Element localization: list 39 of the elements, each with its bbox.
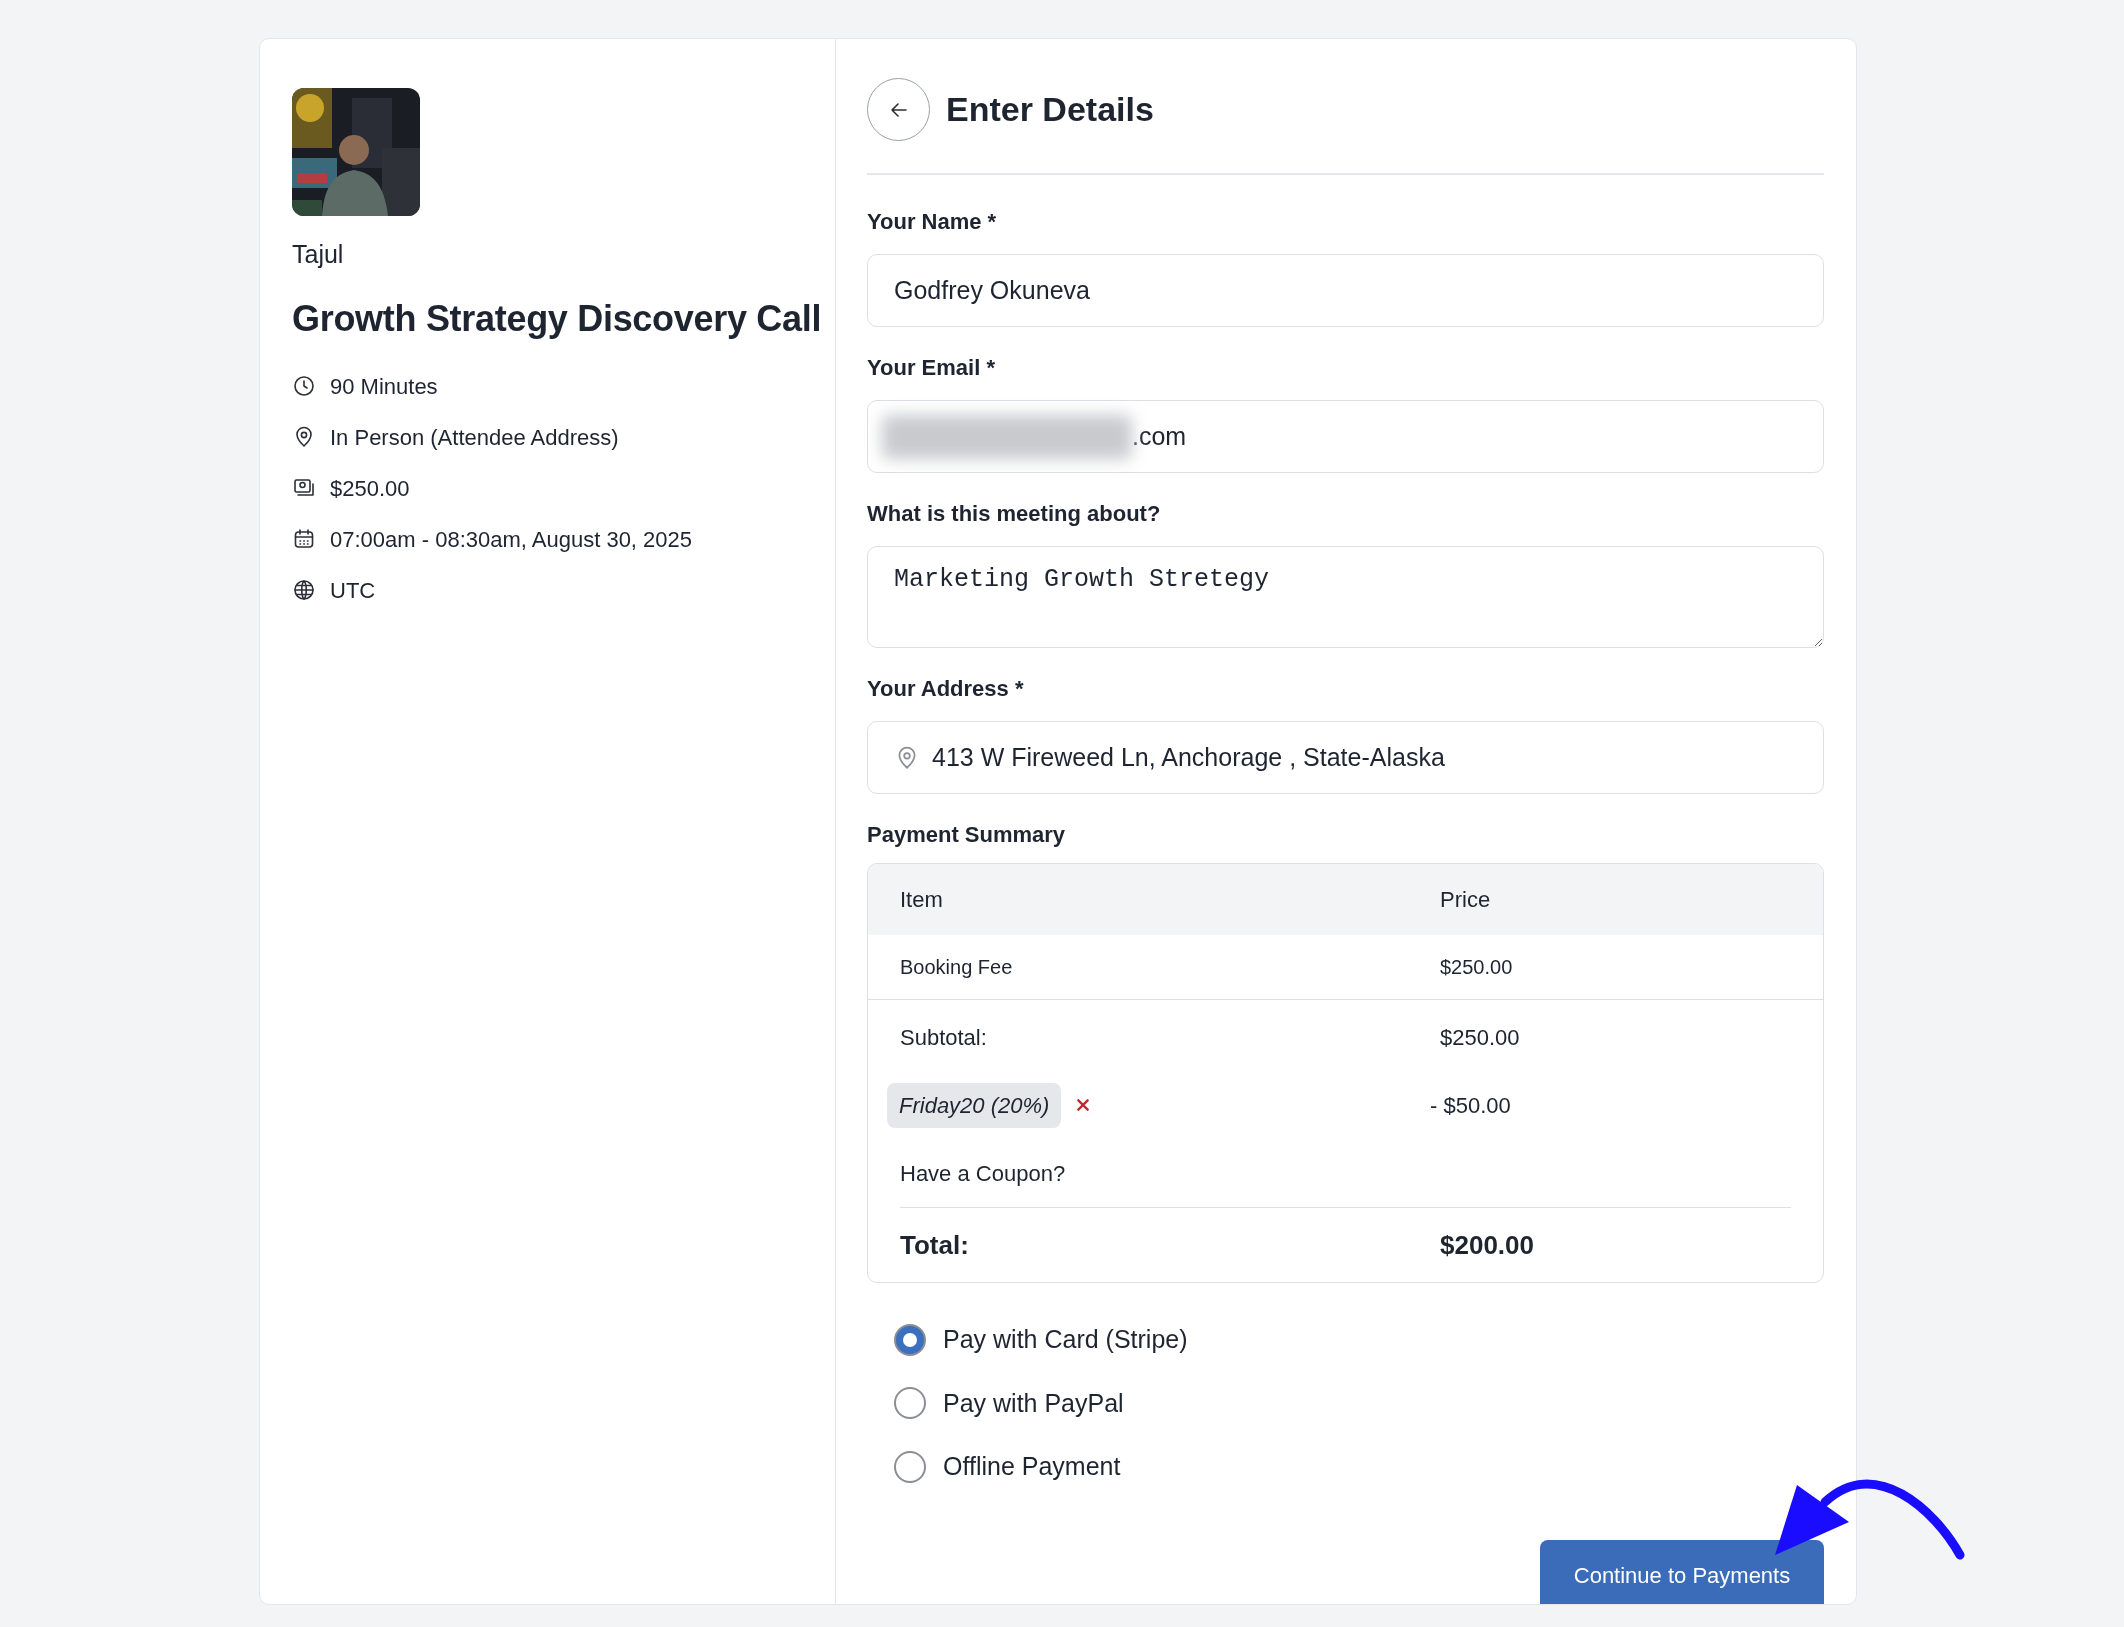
- form-title: Enter Details: [946, 89, 1154, 130]
- discount-value: - $50.00: [1430, 1091, 1511, 1120]
- coupon-link[interactable]: Have a Coupon?: [900, 1156, 1066, 1190]
- event-title: Growth Strategy Discovery Call: [292, 296, 823, 341]
- total-label: Total:: [900, 1228, 970, 1262]
- total-value: $200.00: [1440, 1228, 1534, 1262]
- field-label: Your Address *: [867, 675, 1025, 703]
- subtotal-value: $250.00: [1440, 1023, 1520, 1052]
- globe-icon: [292, 578, 316, 602]
- event-detail: $250.00: [330, 474, 410, 503]
- calendar-icon: [292, 527, 316, 551]
- field-label: Your Email *: [867, 354, 996, 382]
- radio-button[interactable]: [894, 1323, 926, 1356]
- radio-label: Offline Payment: [943, 1451, 1121, 1482]
- coupon-tag: Friday20 (20%): [887, 1082, 1062, 1128]
- radio-button[interactable]: [894, 1450, 926, 1483]
- subtotal-label: Subtotal:: [899, 1023, 988, 1052]
- table-cell-text: Booking Fee: [899, 955, 1014, 980]
- event-detail: In Person (Attendee Address): [330, 423, 619, 452]
- event-detail: 90 Minutes: [330, 372, 438, 401]
- remove-icon[interactable]: [1075, 1097, 1092, 1113]
- continue-button[interactable]: Continue to Payments: [1540, 1540, 1824, 1604]
- host-name: Tajul: [292, 239, 344, 270]
- column-header: Item: [899, 886, 944, 914]
- radio-label: Pay with PayPal: [943, 1387, 1124, 1419]
- text-area[interactable]: Marketing Growth Stretegy: [867, 546, 1824, 648]
- event-detail: 07:00am - 08:30am, August 30, 2025: [330, 525, 693, 554]
- field-label: What is this meeting about?: [867, 500, 1162, 528]
- event-detail: UTC: [330, 576, 376, 605]
- field-label: Your Name *: [867, 208, 998, 236]
- clock-icon: [292, 374, 316, 398]
- radio-label: Pay with Card (Stripe): [943, 1324, 1188, 1355]
- input-field[interactable]: Godfrey Okuneva: [867, 254, 1824, 327]
- column-header: Price: [1440, 886, 1491, 914]
- email-field[interactable]: .com: [867, 400, 1824, 473]
- table-cell-text: $250.00: [1440, 955, 1513, 980]
- address-field[interactable]: 413 W Fireweed Ln, Anchorage , State-Alaska: [867, 721, 1824, 794]
- section-title: Payment Summary: [867, 821, 1067, 849]
- radio-button[interactable]: [894, 1387, 926, 1420]
